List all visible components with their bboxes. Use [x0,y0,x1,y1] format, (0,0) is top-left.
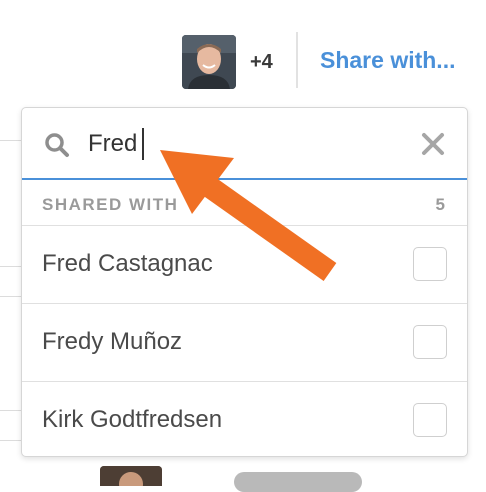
shared-count[interactable]: +4 [250,51,273,74]
close-icon[interactable] [421,132,445,156]
background-row-divider [0,140,22,141]
avatar-image [182,35,236,89]
user-name: Kirk Godtfredsen [42,406,223,433]
header-divider [296,32,298,88]
list-item[interactable]: Kirk Godtfredsen [22,382,467,456]
section-count: 5 [435,195,445,214]
background-row-divider [0,410,22,411]
avatar[interactable] [182,35,236,89]
section-label: SHARED WITH [42,195,179,214]
action-pill[interactable] [234,472,362,492]
background-row-divider [0,296,22,297]
user-checkbox[interactable] [413,325,447,359]
search-input[interactable] [88,126,388,162]
background-row-divider [0,266,22,267]
share-with-link[interactable]: Share with... [320,47,455,74]
list-item[interactable]: Fredy Muñoz [22,304,467,382]
text-cursor [142,128,144,160]
user-checkbox[interactable] [413,403,447,437]
search-bar [22,108,467,180]
share-header: +4 Share with... [182,32,455,90]
share-popover: SHARED WITH 5 Fred Castagnac Fredy Muñoz… [21,107,468,457]
background-row-divider [0,440,22,441]
search-icon [45,133,69,157]
avatar-image [100,466,162,486]
list-item[interactable]: Fred Castagnac [22,226,467,304]
user-name: Fred Castagnac [42,250,213,277]
user-name: Fredy Muñoz [42,328,183,355]
user-checkbox[interactable] [413,247,447,281]
shared-with-header: SHARED WITH 5 [22,180,467,226]
avatar[interactable] [100,466,162,486]
